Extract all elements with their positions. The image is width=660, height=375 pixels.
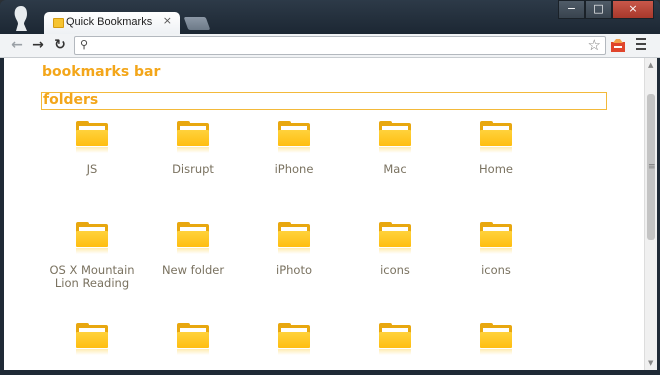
folder-label: OS X Mountain Lion Reading	[49, 263, 135, 290]
folders-header-label: folders	[43, 92, 99, 108]
tab-quick-bookmarks[interactable]: Quick Bookmarks ×	[44, 12, 180, 34]
folder-icon	[76, 121, 108, 153]
folder-icon	[76, 222, 108, 254]
tab-title: Quick Bookmarks	[66, 16, 153, 28]
folder-icon	[379, 323, 411, 355]
minimize-button[interactable]: −	[558, 0, 585, 19]
folder-item[interactable]: Mac	[345, 121, 445, 176]
folder-label: JS	[86, 162, 98, 176]
folder-icon	[177, 222, 209, 254]
folder-label: Disrupt	[172, 162, 214, 176]
folder-item[interactable]: iPhone	[244, 121, 344, 176]
page-content: bookmarks bar folders JS Disrupt iPhone Mac…	[4, 58, 644, 370]
scroll-up-icon[interactable]: ▲	[648, 61, 653, 69]
reload-button[interactable]: ↻	[51, 36, 69, 54]
menu-icon[interactable]	[636, 38, 646, 52]
folder-icon	[278, 323, 310, 355]
new-tab-button[interactable]	[183, 17, 211, 30]
bookmark-favicon-icon	[53, 18, 64, 28]
folder-item[interactable]: Disrupt	[143, 121, 243, 176]
folders-header: folders	[41, 92, 607, 110]
folder-icon	[379, 222, 411, 254]
bookmark-star-icon[interactable]: ☆	[588, 36, 601, 54]
folder-icon	[278, 121, 310, 153]
browser-window: Quick Bookmarks × − □ × ← → ↻ ⚲ ☆ bookma…	[0, 0, 660, 375]
folder-item[interactable]	[244, 323, 344, 365]
folder-label: Mac	[383, 162, 407, 176]
folder-label: New folder	[161, 263, 225, 277]
folder-icon	[278, 222, 310, 254]
scroll-grip-icon: ≡	[648, 162, 656, 172]
folder-icon	[76, 323, 108, 355]
scroll-down-icon[interactable]: ▼	[648, 359, 653, 367]
folder-label: Home	[479, 162, 513, 176]
folder-item[interactable]: New folder	[143, 222, 243, 277]
folder-icon	[480, 323, 512, 355]
forward-button[interactable]: →	[29, 36, 47, 54]
extension-icon[interactable]	[610, 37, 626, 53]
folder-icon	[177, 323, 209, 355]
folder-item[interactable]: JS	[42, 121, 142, 176]
profile-avatar-icon[interactable]	[10, 4, 32, 32]
folder-item[interactable]	[42, 323, 142, 365]
search-icon: ⚲	[80, 38, 89, 51]
close-window-button[interactable]: ×	[612, 0, 654, 19]
folder-icon	[480, 121, 512, 153]
vertical-scrollbar[interactable]: ▲ ≡ ▼	[644, 58, 657, 370]
folder-item[interactable]: iPhoto	[244, 222, 344, 277]
folder-icon	[379, 121, 411, 153]
section-title: bookmarks bar	[42, 64, 161, 80]
folder-label: iPhoto	[276, 263, 312, 277]
folder-icon	[480, 222, 512, 254]
browser-toolbar: ← → ↻ ⚲ ☆	[0, 34, 660, 58]
folder-label: icons	[380, 263, 410, 277]
back-button[interactable]: ←	[8, 36, 26, 54]
folder-item[interactable]: Home	[446, 121, 546, 176]
tab-close-icon[interactable]: ×	[163, 14, 172, 27]
folder-item[interactable]: icons	[446, 222, 546, 277]
folder-item[interactable]	[345, 323, 445, 365]
folder-item[interactable]: OS X Mountain Lion Reading	[42, 222, 142, 290]
folder-label: icons	[481, 263, 511, 277]
folder-item[interactable]	[446, 323, 546, 365]
folder-item[interactable]	[143, 323, 243, 365]
maximize-button[interactable]: □	[585, 0, 612, 19]
address-bar[interactable]: ⚲ ☆	[74, 36, 606, 55]
folder-icon	[177, 121, 209, 153]
folder-label: iPhone	[274, 162, 314, 176]
folder-item[interactable]: icons	[345, 222, 445, 277]
window-controls: − □ ×	[558, 0, 654, 19]
title-bar: Quick Bookmarks × − □ ×	[0, 0, 660, 34]
